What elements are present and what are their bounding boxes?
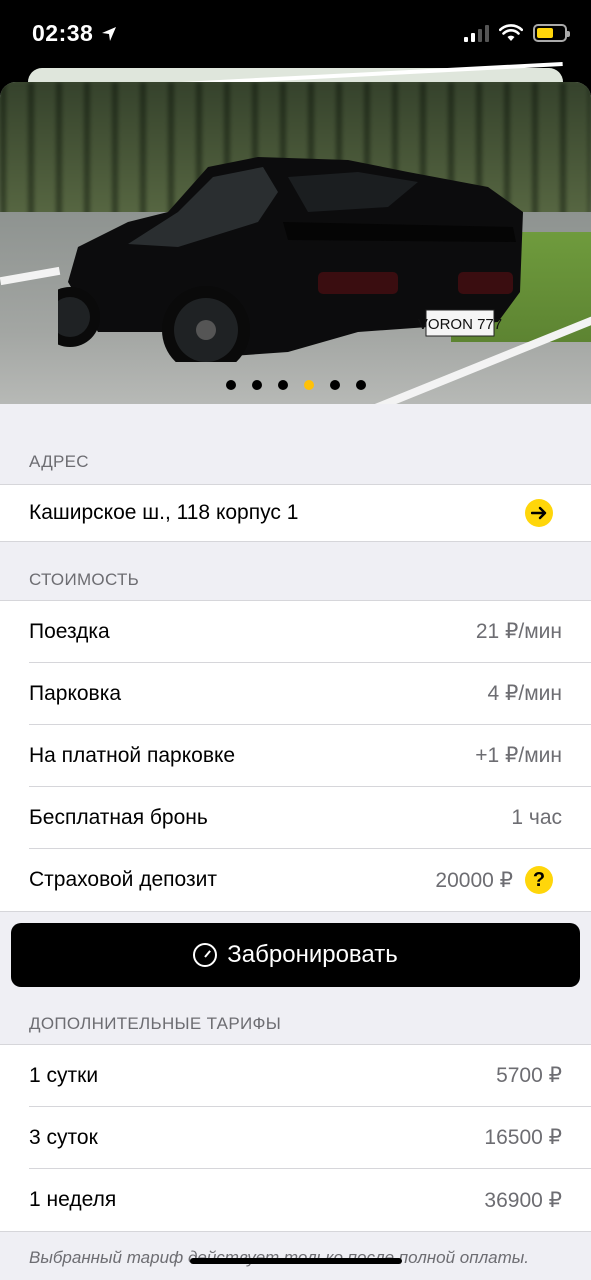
page-dot[interactable] [329, 380, 340, 390]
deposit-value-group: 20000 ₽ ? [435, 866, 553, 894]
cost-row-free-booking: Бесплатная бронь 1 час [29, 787, 591, 849]
car-image: VORON 777 [58, 157, 523, 362]
cost-value: 4 ₽/мин [487, 682, 562, 705]
carousel-page-indicator[interactable] [0, 380, 591, 390]
tariffs-section-header: ДОПОЛНИТЕЛЬНЫЕ ТАРИФЫ [29, 1014, 282, 1033]
car-photo-carousel[interactable]: VORON 777 [0, 82, 591, 404]
cost-label: Страховой депозит [29, 868, 217, 891]
car-details-sheet: VORON 777 АДРЕС Каширское ш., 118 корпус… [0, 82, 591, 1280]
wifi-icon [499, 24, 523, 41]
tariff-note: Выбранный тариф действует только после п… [29, 1248, 530, 1267]
arrow-right-icon[interactable] [525, 499, 553, 527]
cost-row-trip: Поездка 21 ₽/мин [29, 601, 591, 663]
address-text: Каширское ш., 118 корпус 1 [29, 501, 299, 524]
page-dot[interactable] [277, 380, 288, 390]
tariff-price: 5700 ₽ [496, 1064, 562, 1087]
home-indicator[interactable] [190, 1258, 402, 1264]
cost-label: Бесплатная бронь [29, 805, 208, 829]
page-dot[interactable] [251, 380, 262, 390]
status-bar: 02:38 [0, 0, 591, 70]
tariff-row[interactable]: 3 суток 16500 ₽ [29, 1107, 591, 1169]
clock-icon [193, 943, 218, 967]
tariff-price: 16500 ₽ [484, 1126, 562, 1149]
book-button[interactable]: Забронировать [11, 923, 580, 987]
cost-label: На платной парковке [29, 743, 236, 767]
book-button-container: Забронировать [0, 912, 591, 988]
cost-value: +1 ₽/мин [475, 744, 562, 767]
address-list: Каширское ш., 118 корпус 1 [0, 484, 591, 542]
tariff-row[interactable]: 1 неделя 36900 ₽ [29, 1169, 591, 1231]
page-dot[interactable] [225, 380, 236, 390]
page-dot[interactable] [355, 380, 366, 390]
tariff-row[interactable]: 1 сутки 5700 ₽ [29, 1045, 591, 1107]
cost-row-parking: Парковка 4 ₽/мин [29, 663, 591, 725]
cost-label: Парковка [29, 681, 122, 705]
status-indicators [464, 24, 570, 42]
clock-time: 02:38 [32, 20, 94, 46]
license-plate: VORON 777 [418, 316, 502, 333]
status-time: 02:38 [32, 20, 117, 47]
tariff-label: 1 неделя [29, 1188, 117, 1211]
cost-row-paid-parking: На платной парковке +1 ₽/мин [29, 725, 591, 787]
page-dot-active[interactable] [303, 380, 314, 390]
cost-list: Поездка 21 ₽/мин Парковка 4 ₽/мин На пла… [0, 600, 591, 912]
cellular-signal-icon [464, 24, 489, 42]
tariff-label: 1 сутки [29, 1063, 99, 1087]
cost-value: 21 ₽/мин [475, 620, 562, 643]
address-section-header: АДРЕС [29, 452, 89, 471]
cost-value: 1 час [511, 805, 562, 829]
tariff-price: 36900 ₽ [484, 1188, 562, 1212]
address-row[interactable]: Каширское ш., 118 корпус 1 [29, 485, 591, 541]
cost-value: 20000 ₽ [435, 868, 513, 892]
cost-label: Поездка [29, 619, 110, 643]
cost-row-deposit: Страховой депозит 20000 ₽ ? [29, 849, 591, 911]
cost-section-header: СТОИМОСТЬ [29, 570, 140, 589]
book-button-label: Забронировать [227, 941, 398, 968]
battery-icon [533, 24, 570, 42]
location-arrow-icon [102, 26, 117, 41]
tariff-label: 3 суток [29, 1125, 98, 1149]
tariffs-list: 1 сутки 5700 ₽ 3 суток 16500 ₽ 1 неделя … [0, 1044, 591, 1232]
help-icon[interactable]: ? [525, 866, 553, 894]
